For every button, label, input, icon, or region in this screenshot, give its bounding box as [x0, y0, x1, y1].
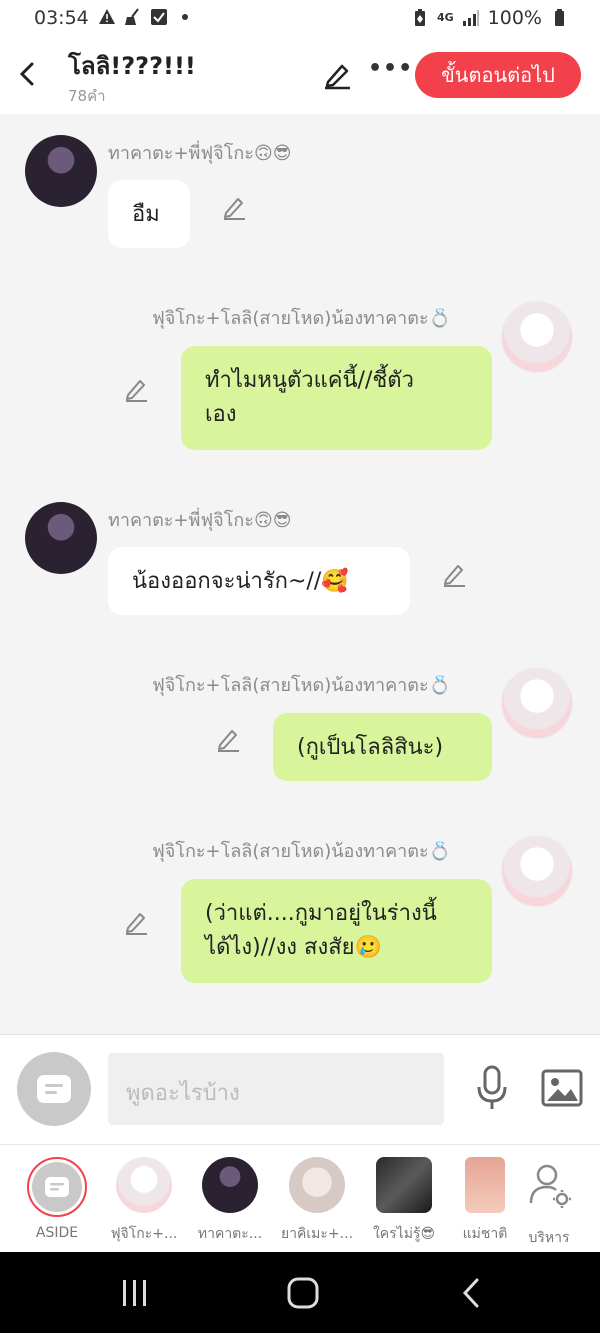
system-nav-bar	[0, 1252, 600, 1333]
aside-mode-button[interactable]	[17, 1052, 91, 1126]
microphone-icon[interactable]	[474, 1065, 510, 1111]
status-bar: 03:54 4G 100%	[0, 0, 600, 38]
avatar-takata[interactable]	[25, 135, 97, 207]
character-label: บริหาร	[528, 1230, 570, 1246]
character-yakime[interactable]: ยาคิเมะ+...	[274, 1157, 360, 1245]
message-text-line: (ว่าแต่....กูมาอยู่ในร่างนี้	[205, 901, 437, 926]
edit-message-icon[interactable]	[215, 726, 241, 752]
message-bubble[interactable]: น้องออกจะน่ารัก~//🥰	[108, 547, 410, 615]
avatar	[465, 1157, 505, 1213]
character-label: ทาคาตะ...	[197, 1226, 263, 1242]
chat-bubble-icon	[37, 1075, 71, 1103]
message-text-line: เอง	[205, 402, 237, 427]
battery-percent: 100%	[487, 7, 542, 29]
chat-header: โลลิ!???!!! 78คำ ••• ขั้นตอนต่อไป	[0, 38, 600, 114]
avatar-takata[interactable]	[25, 502, 97, 574]
avatar	[202, 1157, 258, 1213]
page-title: โลลิ!???!!!	[68, 52, 196, 80]
network-type: 4G	[436, 11, 454, 24]
chat-messages: ทาคาตะ+พี่ฟุจิโกะ🙃😎 อืม ฟุจิโกะ+โลลิ(สาย…	[0, 114, 600, 1034]
status-time: 03:54	[34, 7, 89, 29]
character-label: ใครไม่รู้😎	[372, 1226, 436, 1242]
avatar-fujiko[interactable]	[501, 835, 573, 907]
dot-icon	[182, 14, 188, 20]
character-bar: ASIDE ฟุจิโกะ+... ทาคาตะ... ยาคิเมะ+... …	[0, 1144, 600, 1252]
message-bubble[interactable]: (กูเป็นโลลิสินะ)	[273, 713, 492, 781]
user-settings-icon	[529, 1164, 571, 1208]
edit-pencil-icon[interactable]	[322, 60, 352, 90]
more-options-icon[interactable]: •••	[368, 56, 413, 81]
recent-apps-icon[interactable]	[118, 1276, 152, 1310]
character-takata[interactable]: ทาคาตะ...	[187, 1157, 273, 1245]
message-composer: พูดอะไรบ้าง	[0, 1034, 600, 1144]
message-bubble[interactable]: (ว่าแต่....กูมาอยู่ในร่างนี้ ได้ไง)//งง …	[181, 879, 492, 983]
notification-icons	[98, 8, 194, 26]
character-fujiko[interactable]: ฟุจิโกะ+...	[101, 1157, 187, 1245]
avatar	[289, 1157, 345, 1213]
message-text-line: ทำไมหนูตัวแค่นี้//ชี้ตัว	[205, 368, 414, 393]
message-sender: ฟุจิโกะ+โลลิ(สายโหด)น้องทาคาตะ💍	[152, 308, 452, 329]
checkbox-icon	[151, 9, 167, 25]
edit-message-icon[interactable]	[221, 194, 247, 220]
next-step-button[interactable]: ขั้นตอนต่อไป	[415, 52, 581, 98]
broom-icon	[125, 8, 139, 25]
message-sender: ฟุจิโกะ+โลลิ(สายโหด)น้องทาคาตะ💍	[152, 675, 452, 696]
character-label: ฟุจิโกะ+...	[110, 1226, 178, 1242]
back-arrow-icon[interactable]	[14, 58, 42, 90]
battery-saver-icon	[414, 9, 425, 26]
chat-bubble-icon	[45, 1177, 69, 1197]
manage-characters-button[interactable]: บริหาร	[506, 1157, 592, 1249]
edit-message-icon[interactable]	[123, 376, 149, 402]
message-bubble[interactable]: อืม	[108, 180, 190, 248]
character-aside[interactable]: ASIDE	[14, 1157, 100, 1241]
avatar	[116, 1157, 172, 1213]
message-sender: ทาคาตะ+พี่ฟุจิโกะ🙃😎	[108, 510, 292, 531]
message-input[interactable]: พูดอะไรบ้าง	[108, 1053, 444, 1125]
avatar-fujiko[interactable]	[501, 667, 573, 739]
image-icon[interactable]	[541, 1069, 583, 1107]
avatar	[376, 1157, 432, 1213]
system-icons: 4G 100%	[411, 7, 568, 29]
message-text-line: ได้ไง)//งง สงสัย🥲	[205, 935, 382, 960]
avatar-fujiko[interactable]	[501, 301, 573, 373]
edit-message-icon[interactable]	[123, 909, 149, 935]
message-sender: ทาคาตะ+พี่ฟุจิโกะ🙃😎	[108, 143, 292, 164]
message-bubble[interactable]: ทำไมหนูตัวแค่นี้//ชี้ตัว เอง	[181, 346, 492, 450]
character-label: ยาคิเมะ+...	[280, 1226, 354, 1242]
message-sender: ฟุจิโกะ+โลลิ(สายโหด)น้องทาคาตะ💍	[152, 841, 452, 862]
home-icon[interactable]	[286, 1276, 320, 1310]
back-icon[interactable]	[455, 1276, 489, 1310]
warning-icon	[99, 9, 115, 24]
word-count: 78คำ	[68, 87, 106, 105]
character-label: ASIDE	[35, 1225, 79, 1241]
signal-icon	[462, 10, 479, 26]
character-unknown[interactable]: ใครไม่รู้😎	[361, 1157, 447, 1245]
aside-avatar	[27, 1157, 87, 1217]
battery-icon	[555, 9, 564, 26]
edit-message-icon[interactable]	[441, 561, 467, 587]
